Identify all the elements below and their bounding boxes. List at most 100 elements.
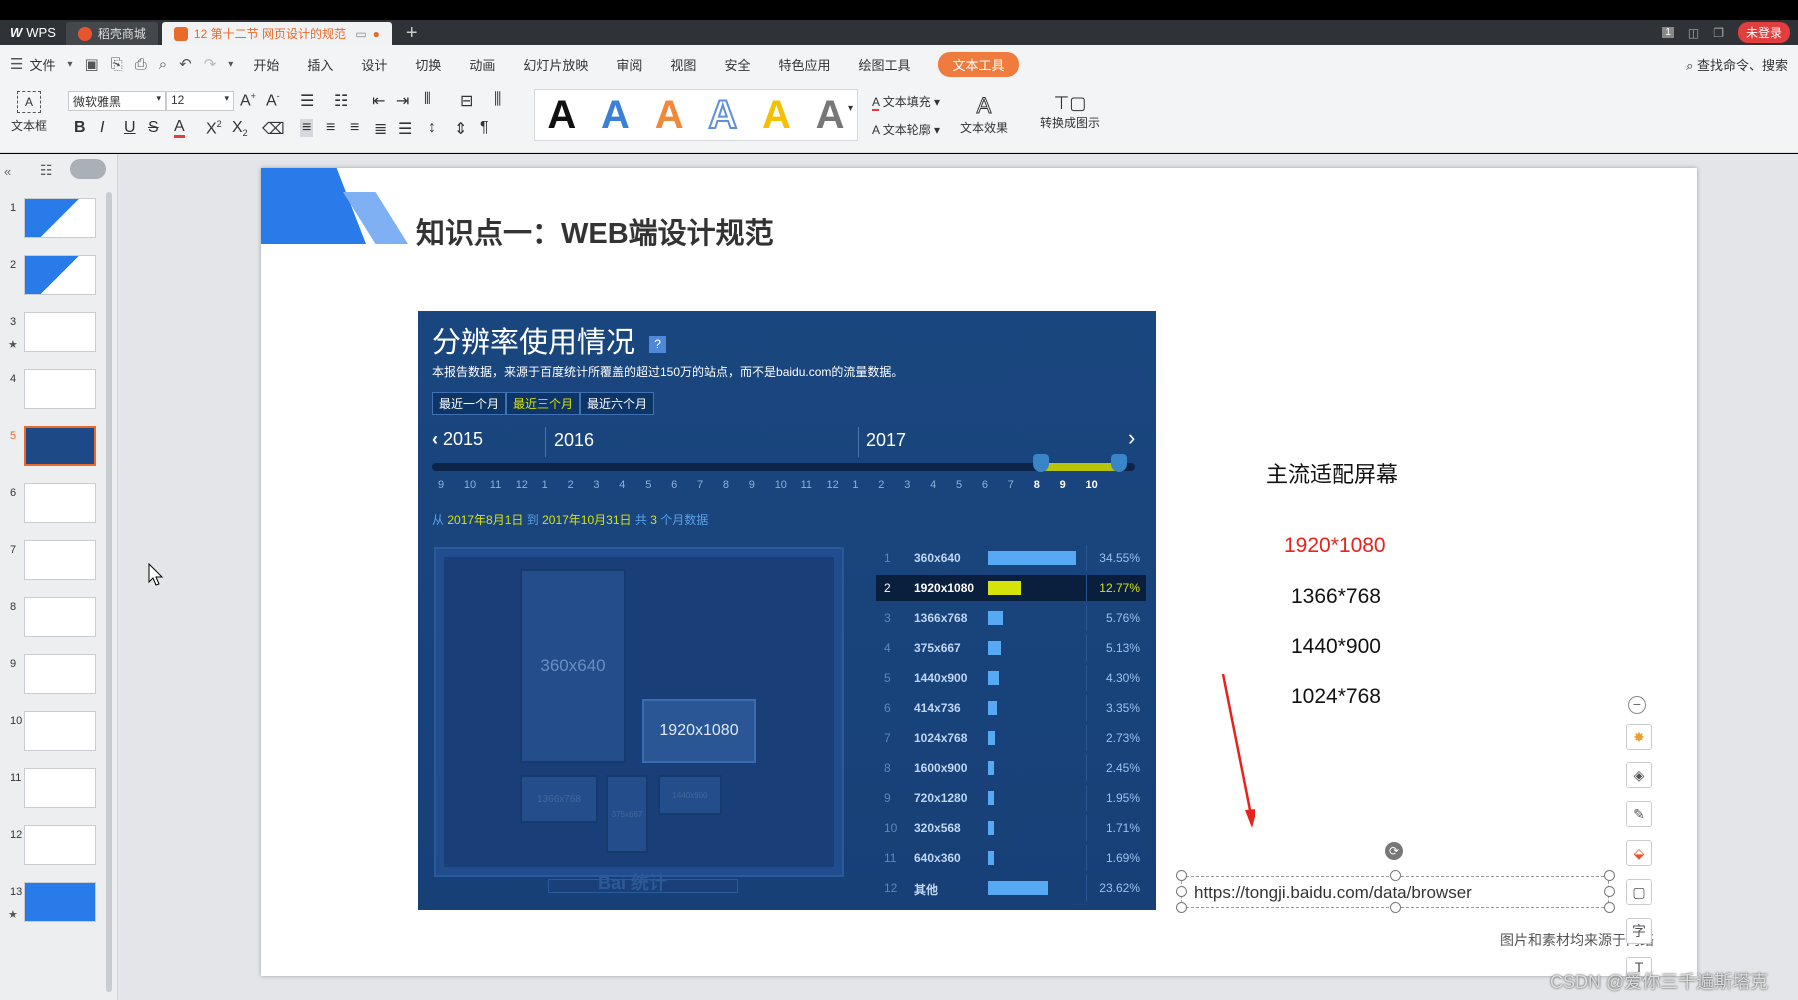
align-center-icon[interactable]: ≡ [326, 119, 335, 137]
menu-review[interactable]: 审阅 [616, 55, 642, 74]
resize-handle[interactable] [1390, 870, 1401, 881]
file-menu[interactable]: 文件 [29, 55, 55, 74]
text-direction-icon[interactable]: ⫴ [424, 91, 431, 109]
layers-icon[interactable]: ◈ [1626, 762, 1652, 788]
grow-font-icon[interactable]: A+ [240, 91, 256, 110]
paragraph-spacing-icon[interactable]: ⇕ [454, 119, 467, 139]
strikethrough-icon[interactable]: S [148, 119, 159, 137]
align-right-icon[interactable]: ≡ [350, 119, 359, 137]
save-icon[interactable]: ▣ [85, 55, 99, 73]
italic-icon[interactable]: I [100, 119, 104, 137]
numbered-list-icon[interactable]: ☷ [334, 91, 348, 111]
slide-thumbnail[interactable] [24, 426, 96, 466]
slide-thumbnail[interactable] [24, 369, 96, 409]
collapse-toolbar-icon[interactable]: − [1628, 696, 1646, 714]
gallery-scroll-icon[interactable]: ▾ [848, 103, 853, 114]
subscript-icon[interactable]: X2 [232, 119, 248, 138]
wordart-orange[interactable]: A [655, 95, 684, 135]
resolution-stats-image[interactable]: 分辨率使用情况 ? 本报告数据，来源于百度统计所覆盖的超过150万的站点，而不是… [418, 311, 1156, 910]
font-size-select[interactable]: 12 ▾ [166, 91, 234, 111]
convert-to-diagram-button[interactable]: ⊤▢ 转换成图示 [1034, 93, 1106, 131]
menu-drawing-tools[interactable]: 绘图工具 [858, 55, 910, 74]
line-spacing-icon[interactable]: ↕ [428, 119, 436, 137]
chevron-down-icon[interactable]: ▾ [67, 59, 72, 70]
menu-insert[interactable]: 插入 [307, 55, 333, 74]
menu-text-tools[interactable]: 文本工具 [938, 51, 1019, 77]
slide-thumbnail[interactable] [24, 312, 96, 352]
slide-thumbnail[interactable] [24, 825, 96, 865]
edit-pen-icon[interactable]: ✎ [1626, 801, 1652, 827]
resize-handle[interactable] [1604, 886, 1615, 897]
slide-thumbnail[interactable] [24, 540, 96, 580]
slide-thumbnail[interactable] [24, 654, 96, 694]
justify-icon[interactable]: ≣ [374, 119, 387, 139]
collapse-panel-icon[interactable]: « [4, 164, 11, 179]
wps-logo[interactable]: W WPS [0, 20, 66, 45]
fill-bucket-icon[interactable]: ⬙ [1626, 840, 1652, 866]
text-outline-button[interactable]: A 文本轮廓 ▾ [872, 121, 940, 138]
new-tab-button[interactable]: + [396, 22, 428, 45]
paragraph-icon[interactable]: ¶ [480, 119, 489, 137]
decrease-indent-icon[interactable]: ⇤ [372, 91, 385, 111]
customize-icon[interactable]: ▾ [228, 59, 233, 70]
wordart-blue[interactable]: A [601, 95, 630, 135]
align-text-icon[interactable]: ⊟ [460, 91, 473, 111]
bold-icon[interactable]: B [74, 119, 86, 137]
undo-icon[interactable]: ↶ [179, 55, 192, 73]
screen-1440[interactable]: 1440*900 [1291, 635, 1381, 659]
wordart-gray[interactable]: A [816, 95, 845, 135]
clear-format-icon[interactable]: ⌫ [262, 119, 285, 139]
text-fill-button[interactable]: A 文本填充 ▾ [872, 93, 940, 111]
font-family-select[interactable]: 微软雅黑 ▾ [68, 91, 166, 111]
hamburger-icon[interactable]: ☰ [10, 55, 23, 73]
slide-thumbnail[interactable] [24, 597, 96, 637]
align-left-icon[interactable]: ≡ [300, 119, 314, 137]
wordart-black[interactable]: A [547, 95, 576, 135]
resize-handle[interactable] [1604, 870, 1615, 881]
screen-1024[interactable]: 1024*768 [1291, 685, 1381, 709]
resize-handle[interactable] [1176, 870, 1187, 881]
underline-icon[interactable]: U [124, 119, 136, 137]
export-icon[interactable]: ⎘ [111, 56, 123, 73]
wordart-yellow[interactable]: A [762, 95, 791, 135]
menu-features[interactable]: 特色应用 [778, 55, 830, 74]
command-search[interactable]: ⌕ 查找命令、搜索 [1686, 55, 1788, 74]
menu-transition[interactable]: 切换 [415, 55, 441, 74]
resize-handle[interactable] [1604, 902, 1615, 913]
text-format-icon[interactable]: 字 [1626, 918, 1652, 944]
window-count-icon[interactable]: 1 [1662, 27, 1674, 38]
tab-store[interactable]: 稻壳商城 [65, 22, 158, 45]
skin-icon[interactable]: ◫ [1688, 26, 1699, 40]
screen-1366[interactable]: 1366*768 [1291, 585, 1381, 609]
increase-indent-icon[interactable]: ⇥ [396, 91, 409, 111]
red-arrow[interactable] [1215, 670, 1255, 830]
font-color-icon[interactable]: A [174, 119, 185, 138]
columns-icon[interactable]: ⫼ [494, 91, 501, 109]
screens-heading[interactable]: 主流适配屏幕 [1266, 457, 1398, 489]
menu-view[interactable]: 视图 [670, 55, 696, 74]
menu-home[interactable]: 开始 [253, 55, 279, 74]
redo-icon[interactable]: ↷ [204, 55, 217, 73]
rotate-handle-icon[interactable]: ⟳ [1385, 842, 1403, 860]
text-effect-button[interactable]: A 文本效果 [956, 93, 1012, 136]
slide-thumbnail[interactable] [24, 882, 96, 922]
menu-animation[interactable]: 动画 [469, 55, 495, 74]
distribute-icon[interactable]: ☰ [398, 119, 412, 139]
screen-1920[interactable]: 1920*1080 [1284, 534, 1386, 558]
restore-icon[interactable]: ❐ [1713, 26, 1724, 40]
resize-handle[interactable] [1390, 902, 1401, 913]
slide-view-icon[interactable] [70, 159, 106, 179]
panel-scrollbar[interactable] [106, 192, 112, 992]
slide-thumbnail[interactable] [24, 255, 96, 295]
menu-slideshow[interactable]: 幻灯片放映 [523, 55, 588, 74]
tab-document[interactable]: 12 第十二节 网页设计的规范 ▭ ● [161, 22, 392, 45]
outline-box-icon[interactable]: ▢ [1626, 879, 1652, 905]
menu-design[interactable]: 设计 [361, 55, 387, 74]
print-icon[interactable]: ⎙ [135, 56, 147, 73]
superscript-icon[interactable]: X2 [206, 119, 222, 138]
outline-view-icon[interactable]: ☷ [40, 162, 53, 179]
textbox-button[interactable]: A 文本框 [8, 91, 50, 134]
preview-icon[interactable]: ⌕ [159, 56, 167, 73]
resize-handle[interactable] [1176, 902, 1187, 913]
menu-security[interactable]: 安全 [724, 55, 750, 74]
